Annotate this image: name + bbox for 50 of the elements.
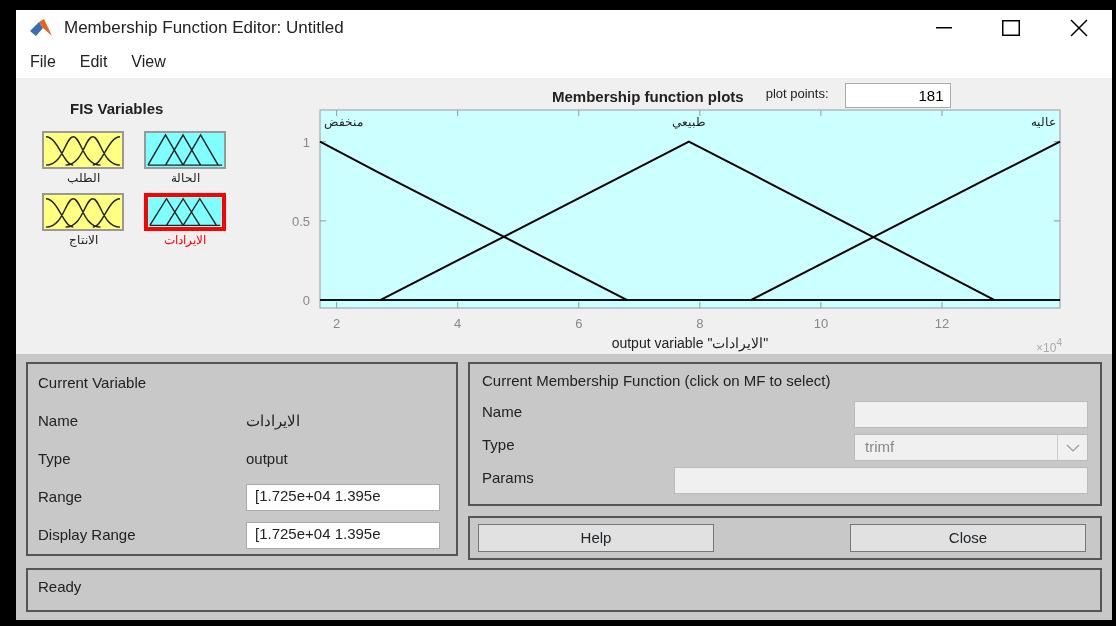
tick-label: 4 xyxy=(454,316,462,331)
window-title: Membership Function Editor: Untitled xyxy=(64,17,344,40)
variable-icon[interactable] xyxy=(144,130,226,169)
axis-multiplier: ×10$^{4}$ xyxy=(1036,337,1062,354)
variable-label: الايرادات xyxy=(164,231,206,249)
push-button[interactable]: Help xyxy=(478,524,714,552)
menu-item[interactable]: File xyxy=(30,49,56,74)
curve-label: منخفض xyxy=(324,115,363,129)
variable-label: الطلب xyxy=(66,169,100,187)
minimize-icon[interactable] xyxy=(936,26,952,29)
tick-label: 10 xyxy=(813,316,829,331)
input-field[interactable]: [1.725e+04 1.395e xyxy=(246,484,440,511)
variable-label: الانتاج xyxy=(68,231,98,249)
app-logo-icon xyxy=(30,18,52,37)
tick-label: 2 xyxy=(333,316,341,331)
tick-label: 12 xyxy=(934,316,950,331)
variable-label: الحالة xyxy=(170,169,200,187)
panel-title: Current Variable xyxy=(38,373,148,393)
maximize-icon[interactable] xyxy=(1002,19,1020,36)
variable-icon[interactable] xyxy=(144,192,226,231)
field-label: Params xyxy=(482,467,534,488)
status-text: Ready xyxy=(38,578,82,595)
field-label: Name xyxy=(482,401,522,422)
tick-label: 0 xyxy=(302,293,310,309)
curve-label: طبيعي xyxy=(671,115,706,129)
variable-icon[interactable] xyxy=(42,192,124,231)
menu-item[interactable]: View xyxy=(131,49,166,74)
section-title: FIS Variables xyxy=(70,99,164,119)
field-value: الايرادات xyxy=(246,411,300,432)
field-value: output xyxy=(246,449,288,470)
axis-label: output variable "الايرادات" xyxy=(611,335,769,351)
panel-title: Current Membership Function (click on MF to select) xyxy=(482,371,832,391)
tick-label: 8 xyxy=(696,316,704,331)
variable-icon[interactable] xyxy=(42,130,124,169)
tick-label: 0.5 xyxy=(291,213,310,229)
chart-title: Membership function plots xyxy=(552,86,744,107)
input-field[interactable]: [1.725e+04 1.395e xyxy=(246,522,440,549)
push-button[interactable]: Close xyxy=(850,524,1086,552)
field-label: Range xyxy=(38,487,84,508)
field-label: Type xyxy=(38,449,72,470)
tick-label: 6 xyxy=(575,316,583,331)
curve-label: عاليه xyxy=(1031,115,1056,129)
field-label: Display Range xyxy=(38,525,137,546)
field-label: Name xyxy=(38,411,79,432)
field-label: plot points: xyxy=(765,85,829,103)
tick-label: 1 xyxy=(302,134,310,150)
close-icon[interactable] xyxy=(1070,18,1088,37)
plot-points-field[interactable]: 181 xyxy=(844,83,951,108)
field-label: Type xyxy=(482,434,515,455)
menu-item[interactable]: Edit xyxy=(79,49,108,74)
